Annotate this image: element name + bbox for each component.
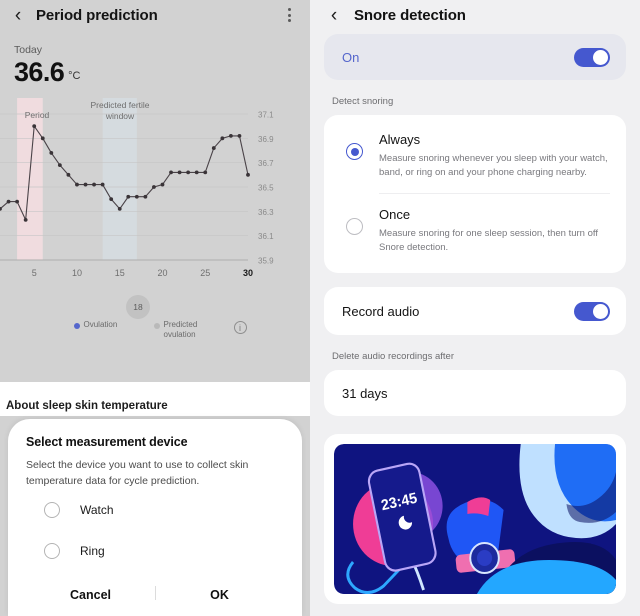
svg-text:36.1: 36.1: [258, 233, 274, 242]
dialog-body: Select the device you want to use to col…: [26, 459, 249, 488]
dialog-option-ring[interactable]: Ring: [44, 531, 284, 572]
legend-label: Predicted ovulation: [163, 320, 198, 339]
snore-detection-master-toggle-row[interactable]: On: [324, 34, 626, 80]
delete-after-value: 31 days: [342, 385, 388, 401]
svg-text:36.7: 36.7: [258, 160, 274, 169]
master-toggle-label: On: [342, 49, 360, 65]
svg-text:36.3: 36.3: [258, 208, 274, 217]
svg-text:25: 25: [200, 268, 210, 278]
kebab-menu-icon[interactable]: [280, 4, 298, 26]
delete-after-row[interactable]: 31 days: [324, 370, 626, 416]
skin-temperature-chart: Period Predicted fertile window 35.9 36.1 3…: [0, 92, 310, 307]
detect-snoring-options-card: Always Measure snoring whenever you slee…: [324, 115, 626, 273]
legend-item-predicted-ovulation: Predicted ovulation: [153, 320, 212, 340]
option-text: Once Measure snoring for one sleep sessi…: [379, 206, 610, 256]
radio-always-icon[interactable]: [346, 143, 363, 160]
toggle-knob: [593, 49, 608, 65]
master-toggle-switch[interactable]: [574, 47, 610, 67]
dialog-actions: Cancel OK: [26, 580, 284, 610]
info-icon[interactable]: i: [233, 321, 247, 334]
right-app-bar: ‹ Snore detection: [310, 0, 640, 30]
svg-text:37.1: 37.1: [258, 111, 274, 120]
option-title: Always: [379, 132, 421, 147]
back-icon[interactable]: ‹: [8, 5, 28, 25]
radio-option-always[interactable]: Always Measure snoring whenever you slee…: [324, 119, 626, 193]
predicted-ovulation-dot-icon: [153, 323, 160, 329]
dialog-option-watch[interactable]: Watch: [44, 490, 284, 531]
dialog-option-label: Watch: [80, 503, 114, 518]
dual-screenshot-container: ‹ Period prediction Today 36.6 °C Period…: [0, 0, 640, 616]
period-prediction-screen: ‹ Period prediction Today 36.6 °C Period…: [0, 0, 310, 616]
page-title: Period prediction: [36, 6, 158, 24]
option-text: Always Measure snoring whenever you slee…: [379, 131, 610, 181]
svg-text:10: 10: [72, 268, 82, 278]
snore-detection-screen: ‹ Snore detection On Detect snoring Alwa…: [310, 0, 640, 616]
dialog-button-separator: [155, 585, 156, 600]
temperature-value: 36.6: [14, 57, 65, 87]
legend-label: Ovulation: [83, 320, 118, 329]
sleeping-person-illustration: 23:45: [334, 444, 616, 594]
fertile-window-band-label: Predicted fertile window: [90, 100, 150, 121]
svg-text:36.9: 36.9: [258, 135, 274, 144]
temperature-unit: °C: [68, 70, 81, 83]
svg-text:20: 20: [157, 268, 167, 278]
svg-text:30: 30: [243, 268, 253, 278]
footer-description: To record your snoring, wear your watch,…: [310, 604, 640, 616]
radio-once-icon[interactable]: [346, 217, 363, 235]
page-title: Snore detection: [354, 6, 466, 24]
today-label: Today: [14, 44, 43, 56]
current-day-marker[interactable]: 18: [126, 295, 150, 319]
detect-snoring-section-label: Detect snoring: [332, 96, 394, 107]
svg-text:5: 5: [32, 268, 37, 278]
temperature-readout: 36.6 °C: [14, 57, 310, 87]
radio-watch-icon[interactable]: [44, 502, 60, 519]
chart-canvas: 35.9 36.1 36.3 36.5 36.7 36.9 37.1 5 10 15 20 25 30: [0, 98, 274, 278]
back-icon[interactable]: ‹: [324, 5, 344, 25]
chart-legend: Ovulation Predicted ovulation i: [0, 320, 310, 340]
radio-ring-icon[interactable]: [44, 543, 60, 560]
left-app-bar: ‹ Period prediction: [0, 0, 310, 30]
period-band-label: Period: [24, 110, 50, 121]
dialog-title: Select measurement device: [26, 435, 188, 449]
record-audio-toggle-switch[interactable]: [574, 301, 610, 321]
dialog-option-label: Ring: [80, 544, 105, 559]
legend-item-ovulation: Ovulation: [73, 320, 132, 330]
record-audio-label: Record audio: [342, 303, 420, 319]
svg-text:35.9: 35.9: [258, 257, 274, 266]
svg-text:36.5: 36.5: [258, 184, 274, 193]
select-measurement-device-dialog: Select measurement device Select the dev…: [8, 419, 302, 616]
delete-recordings-section-label: Delete audio recordings after: [332, 351, 454, 362]
option-description: Measure snoring whenever you sleep with …: [379, 153, 608, 179]
ok-button[interactable]: OK: [155, 580, 284, 610]
radio-option-once[interactable]: Once Measure snoring for one sleep sessi…: [324, 194, 626, 268]
cancel-button[interactable]: Cancel: [26, 580, 155, 610]
ovulation-dot-icon: [73, 323, 80, 329]
svg-text:15: 15: [115, 268, 125, 278]
toggle-knob: [593, 303, 608, 319]
about-sleep-skin-temperature-label: About sleep skin temperature: [6, 400, 168, 412]
option-description: Measure snoring for one sleep session, t…: [379, 227, 598, 253]
option-title: Once: [379, 206, 411, 222]
illustration-card: 23:45: [324, 434, 626, 604]
record-audio-row[interactable]: Record audio: [324, 287, 626, 335]
